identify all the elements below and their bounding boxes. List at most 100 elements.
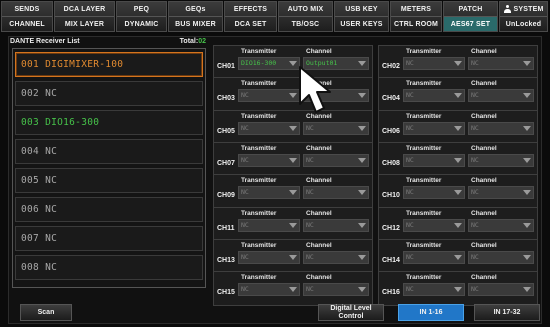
channel-value: NC [306, 155, 314, 164]
channel-dropdown[interactable]: NC [303, 186, 369, 200]
top-tab-bar: SENDS CHANNEL DCA LAYER MIX LAYER PEQ DY… [0, 0, 550, 32]
receiver-item[interactable]: 002 NC [15, 81, 203, 106]
tab-dca-mix-layer[interactable]: DCA LAYER MIX LAYER [54, 1, 115, 32]
tab-label-bottom[interactable]: DYNAMIC [117, 16, 166, 31]
receiver-item[interactable]: 005 NC [15, 168, 203, 193]
channel-cell: CH08 Transmitter Channel NC NC [378, 141, 538, 177]
tab-label-top[interactable]: GEQs [169, 2, 222, 16]
channel-cell: CH16 Transmitter Channel NC NC [378, 271, 538, 307]
channel-dropdown[interactable]: NC [468, 186, 534, 200]
channel-dropdown[interactable]: NC [468, 121, 534, 135]
chevron-down-icon [358, 125, 366, 131]
transmitter-value: NC [406, 285, 414, 294]
tab-label-top[interactable]: DCA LAYER [55, 2, 114, 16]
tab-label-top[interactable]: METERS [391, 2, 441, 16]
tab-label-bottom[interactable]: TB/OSC [279, 16, 332, 31]
transmitter-value: NC [241, 123, 249, 132]
channel-value: NC [306, 123, 314, 132]
receiver-item[interactable]: 007 NC [15, 226, 203, 251]
chevron-down-icon [289, 287, 297, 293]
channel-dropdown[interactable]: NC [468, 218, 534, 232]
tab-label-top[interactable]: USB KEY [335, 2, 388, 16]
channel-dropdown[interactable]: NC [303, 283, 369, 297]
transmitter-dropdown[interactable]: NC [238, 186, 300, 200]
chevron-down-icon [523, 125, 531, 131]
transmitter-value: DIO16-300 [241, 59, 277, 67]
chevron-down-icon [358, 93, 366, 99]
channel-dropdown[interactable]: NC [303, 218, 369, 232]
receiver-item[interactable]: 003 DIO16-300 [15, 110, 203, 135]
tab-peq-dynamic[interactable]: PEQ DYNAMIC [116, 1, 167, 32]
tab-automix-tbosc[interactable]: AUTO MIX TB/OSC [278, 1, 333, 32]
channel-dropdown[interactable]: NC [303, 121, 369, 135]
in-1-16-button[interactable]: IN 1-16 [398, 304, 464, 321]
transmitter-dropdown[interactable]: NC [238, 283, 300, 297]
transmitter-dropdown[interactable]: NC [238, 218, 300, 232]
tab-sends-channel[interactable]: SENDS CHANNEL [1, 1, 53, 32]
tab-label-top[interactable]: PEQ [117, 2, 166, 16]
tab-label-bottom[interactable]: CHANNEL [2, 16, 52, 31]
channel-header: Channel [471, 48, 497, 55]
tab-label-bottom[interactable]: USER KEYS [335, 16, 388, 31]
scan-button[interactable]: Scan [20, 304, 72, 321]
tab-geqs-bus-mixer[interactable]: GEQs BUS MIXER [168, 1, 223, 32]
channel-dropdown[interactable]: NC [468, 57, 534, 70]
tab-label-top[interactable]: AUTO MIX [279, 2, 332, 16]
tab-system-unlocked[interactable]: SYSTEM UnLocked [499, 1, 548, 32]
tab-label-bottom[interactable]: DCA SET [225, 16, 276, 31]
transmitter-dropdown[interactable]: NC [238, 250, 300, 264]
transmitter-dropdown[interactable]: NC [403, 218, 465, 232]
in-17-32-button[interactable]: IN 17-32 [474, 304, 540, 321]
transmitter-value: NC [241, 188, 249, 197]
transmitter-dropdown[interactable]: NC [403, 89, 465, 103]
transmitter-header: Transmitter [241, 241, 277, 249]
tab-label-bottom[interactable]: UnLocked [500, 16, 547, 31]
channel-label: CH06 [382, 127, 400, 135]
tab-effects-dca-set[interactable]: EFFECTS DCA SET [224, 1, 277, 32]
chevron-down-icon [454, 254, 462, 260]
tab-label-top[interactable]: EFFECTS [225, 2, 276, 16]
transmitter-header: Transmitter [406, 177, 442, 185]
channel-label: CH08 [382, 159, 400, 167]
receiver-item[interactable]: 008 NC [15, 255, 203, 280]
tab-label-bottom[interactable]: MIX LAYER [55, 16, 114, 31]
transmitter-dropdown[interactable]: NC [403, 57, 465, 70]
transmitter-dropdown[interactable]: NC [403, 250, 465, 264]
tab-system-top[interactable]: SYSTEM [500, 2, 547, 16]
tab-label-top[interactable]: SENDS [2, 2, 52, 16]
transmitter-dropdown[interactable]: DIO16-300 [238, 57, 300, 70]
transmitter-dropdown[interactable]: NC [238, 121, 300, 135]
channel-dropdown[interactable]: NC [468, 153, 534, 167]
tab-usbkey-userkeys[interactable]: USB KEY USER KEYS [334, 1, 389, 32]
channel-dropdown[interactable]: NC [303, 250, 369, 264]
tab-label-bottom-active[interactable]: AES67 SET [444, 16, 497, 31]
tab-label-bottom[interactable]: BUS MIXER [169, 16, 222, 31]
transmitter-value: NC [406, 220, 414, 229]
digital-level-control-button[interactable]: Digital Level Control [318, 304, 384, 321]
channel-label: CH04 [382, 95, 400, 103]
transmitter-value: NC [241, 91, 249, 100]
transmitter-dropdown[interactable]: NC [403, 153, 465, 167]
receiver-item[interactable]: 006 NC [15, 197, 203, 222]
channel-dropdown[interactable]: NC [468, 250, 534, 264]
receiver-item[interactable]: 001 DIGIMIXER-100 [15, 52, 203, 77]
tab-label-bottom[interactable]: CTRL ROOM [391, 16, 441, 31]
transmitter-dropdown[interactable]: NC [238, 153, 300, 167]
chevron-down-icon [454, 190, 462, 196]
transmitter-dropdown[interactable]: NC [238, 89, 300, 103]
tab-meters-ctrlroom[interactable]: METERS CTRL ROOM [390, 1, 442, 32]
channel-dropdown[interactable]: NC [303, 153, 369, 167]
chevron-down-icon [454, 61, 462, 66]
channel-header: Channel [471, 112, 497, 120]
channel-dropdown[interactable]: NC [468, 89, 534, 103]
digital-level-label-1: Digital Level [330, 305, 372, 312]
receiver-item[interactable]: 004 NC [15, 139, 203, 164]
channel-dropdown[interactable]: NC [468, 283, 534, 297]
transmitter-dropdown[interactable]: NC [403, 283, 465, 297]
transmitter-dropdown[interactable]: NC [403, 121, 465, 135]
transmitter-dropdown[interactable]: NC [403, 186, 465, 200]
chevron-down-icon [358, 190, 366, 196]
tab-label-top[interactable]: PATCH [444, 2, 497, 16]
tab-patch-aes67[interactable]: PATCH AES67 SET [443, 1, 498, 32]
transmitter-header: Transmitter [241, 144, 277, 152]
